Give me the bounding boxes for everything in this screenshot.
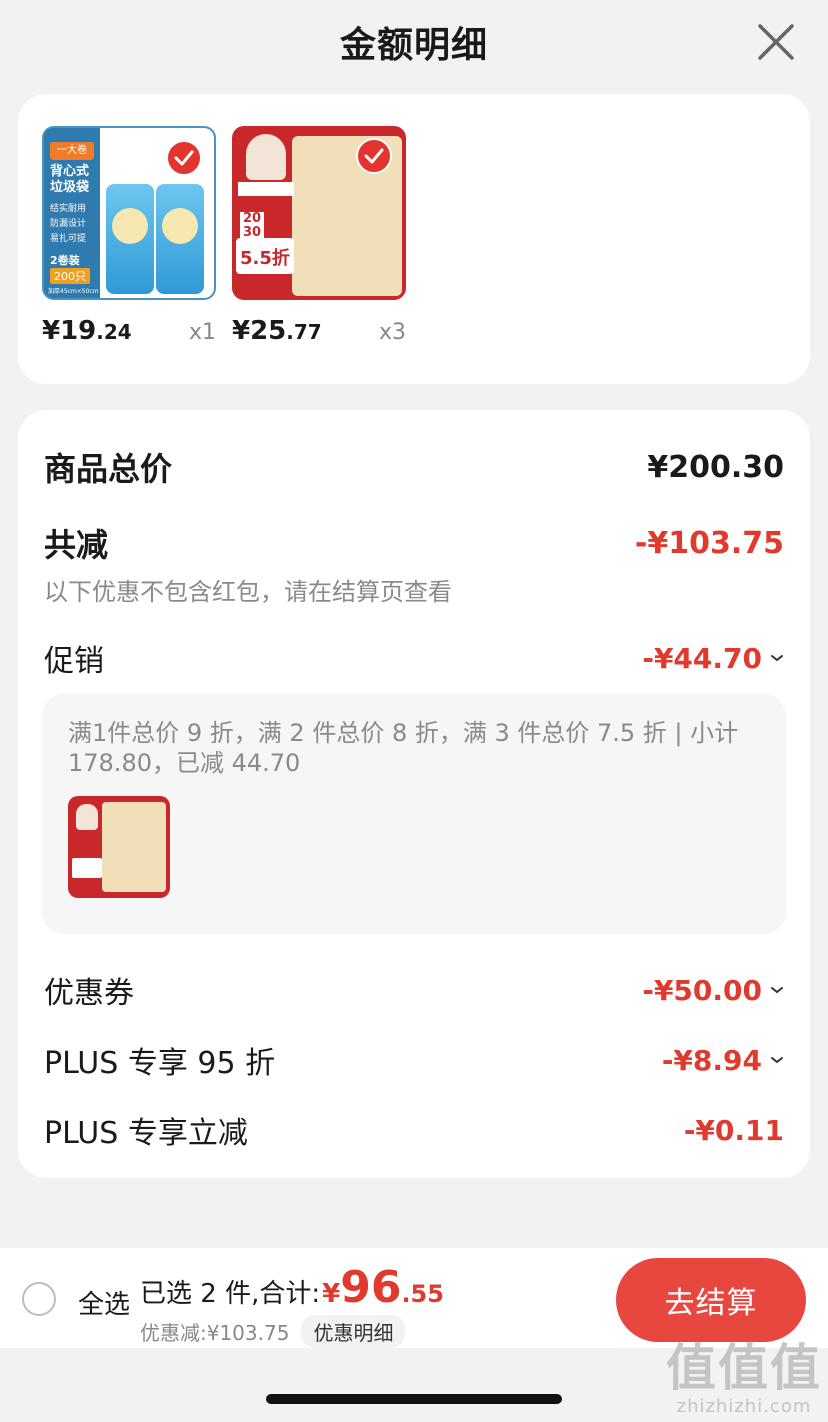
count-label: 200只 — [50, 268, 90, 284]
order-summary: 已选 2 件,合计: ¥ 96 .55 优惠减:¥103.75 优惠明细 — [140, 1262, 444, 1348]
price-int: ¥19 — [42, 316, 97, 346]
total-amount-int: 96 — [340, 1262, 402, 1313]
watermark: 值值值 zhizhizhi.com — [666, 1340, 822, 1417]
selected-check-icon[interactable] — [356, 138, 392, 174]
discount-summary: 优惠减:¥103.75 — [140, 1321, 290, 1345]
total-price-label: 商品总价 — [44, 450, 173, 488]
promo-label: 促销 — [44, 644, 104, 679]
person-image — [246, 134, 286, 180]
price-int: ¥25 — [232, 316, 287, 346]
page-title: 金额明细 — [339, 25, 488, 66]
promo-detail-box: 满1件总价 9 折，满 2 件总价 8 折，满 3 件总价 7.5 折 | 小计… — [42, 694, 786, 934]
promo-row[interactable]: 促销 -¥44.70 — [44, 636, 784, 680]
plus-cut-row: PLUS 专享立减 -¥0.11 — [44, 1108, 784, 1152]
total-price-row: 商品总价 ¥200.30 — [44, 444, 784, 490]
checkout-bar: 全选 已选 2 件,合计: ¥ 96 .55 优惠减:¥103.75 优惠明细 … — [0, 1248, 828, 1348]
plus-cut-value: -¥0.11 — [683, 1113, 784, 1147]
total-currency: ¥ — [322, 1279, 341, 1309]
product-qty: x3 — [378, 320, 406, 345]
product-price: ¥25.77 — [232, 316, 322, 346]
tissue-num-1: 20 — [243, 211, 262, 226]
total-reduce-value: -¥103.75 — [634, 525, 784, 561]
watermark-url: zhizhizhi.com — [676, 1396, 812, 1417]
plus95-amount: -¥8.94 — [661, 1043, 762, 1077]
plus95-label: PLUS 专享 95 折 — [44, 1046, 276, 1081]
product-tag: 一大卷 — [50, 142, 94, 160]
amount-detail-card: 商品总价 ¥200.30 共减 -¥103.75 以下优惠不包含红包，请在结算页… — [18, 410, 810, 1178]
promo-value[interactable]: -¥44.70 — [642, 642, 784, 675]
feature-3: 易扎可提 — [50, 234, 87, 244]
product-item-tissue[interactable]: 20 30 5.5折 ¥25.77 x3 — [232, 126, 406, 346]
selected-count-text: 已选 2 件,合计: — [140, 1279, 321, 1309]
select-all-label[interactable]: 全选 — [78, 1284, 130, 1321]
home-indicator[interactable] — [266, 1394, 562, 1404]
product-title-2: 垃圾袋 — [50, 180, 90, 195]
close-icon[interactable] — [754, 20, 798, 64]
product-image-trash-bags[interactable]: 一大卷 背心式 垃圾袋 结实耐用 防漏设计 易扎可提 2卷装 200只 加厚45… — [42, 126, 216, 300]
price-dec: .77 — [286, 320, 322, 344]
size-label: 加厚45cm×50cm — [48, 288, 99, 295]
header: 金额明细 — [0, 0, 828, 84]
chevron-down-icon[interactable] — [770, 985, 784, 995]
tissue-discount: 5.5折 — [240, 248, 290, 269]
total-amount-dec: .55 — [401, 1280, 444, 1308]
selected-check-icon[interactable] — [166, 140, 202, 176]
plus95-value[interactable]: -¥8.94 — [662, 1044, 784, 1077]
watermark-logo: 值值值 — [666, 1339, 822, 1397]
promo-product-thumbnail[interactable] — [68, 796, 170, 898]
product-price: ¥19.24 — [42, 316, 132, 346]
product-image-tissue[interactable]: 20 30 5.5折 — [232, 126, 406, 300]
total-price-value: ¥200.30 — [647, 449, 784, 485]
select-all-radio[interactable] — [22, 1282, 56, 1316]
discount-detail-button[interactable]: 优惠明细 — [301, 1315, 406, 1348]
feature-1: 结实耐用 — [50, 204, 87, 214]
checkout-button[interactable]: 去结算 — [616, 1258, 806, 1342]
chevron-down-icon[interactable] — [770, 653, 784, 663]
product-qty: x1 — [188, 320, 216, 345]
total-reduce-row: 共减 -¥103.75 — [44, 520, 784, 566]
chevron-down-icon[interactable] — [770, 1055, 784, 1065]
plus-cut-label: PLUS 专享立减 — [44, 1116, 248, 1151]
total-reduce-label: 共减 — [44, 526, 109, 564]
feature-2: 防漏设计 — [50, 219, 87, 229]
product-title-1: 背心式 — [50, 164, 90, 179]
coupon-row[interactable]: 优惠券 -¥50.00 — [44, 968, 784, 1012]
products-card: 一大卷 背心式 垃圾袋 结实耐用 防漏设计 易扎可提 2卷装 200只 加厚45… — [18, 94, 810, 384]
price-dec: .24 — [96, 320, 132, 344]
discount-note: 以下优惠不包含红包，请在结算页查看 — [44, 578, 452, 606]
promo-amount: -¥44.70 — [642, 641, 762, 675]
product-item-trash-bags[interactable]: 一大卷 背心式 垃圾袋 结实耐用 防漏设计 易扎可提 2卷装 200只 加厚45… — [42, 126, 216, 346]
promo-description: 满1件总价 9 折，满 2 件总价 8 折，满 3 件总价 7.5 折 | 小计… — [68, 719, 739, 777]
coupon-value[interactable]: -¥50.00 — [642, 974, 784, 1007]
coupon-amount: -¥50.00 — [642, 973, 762, 1007]
pack-label: 2卷装 — [50, 254, 80, 267]
plus95-row[interactable]: PLUS 专享 95 折 -¥8.94 — [44, 1038, 784, 1082]
coupon-label: 优惠券 — [44, 976, 134, 1011]
